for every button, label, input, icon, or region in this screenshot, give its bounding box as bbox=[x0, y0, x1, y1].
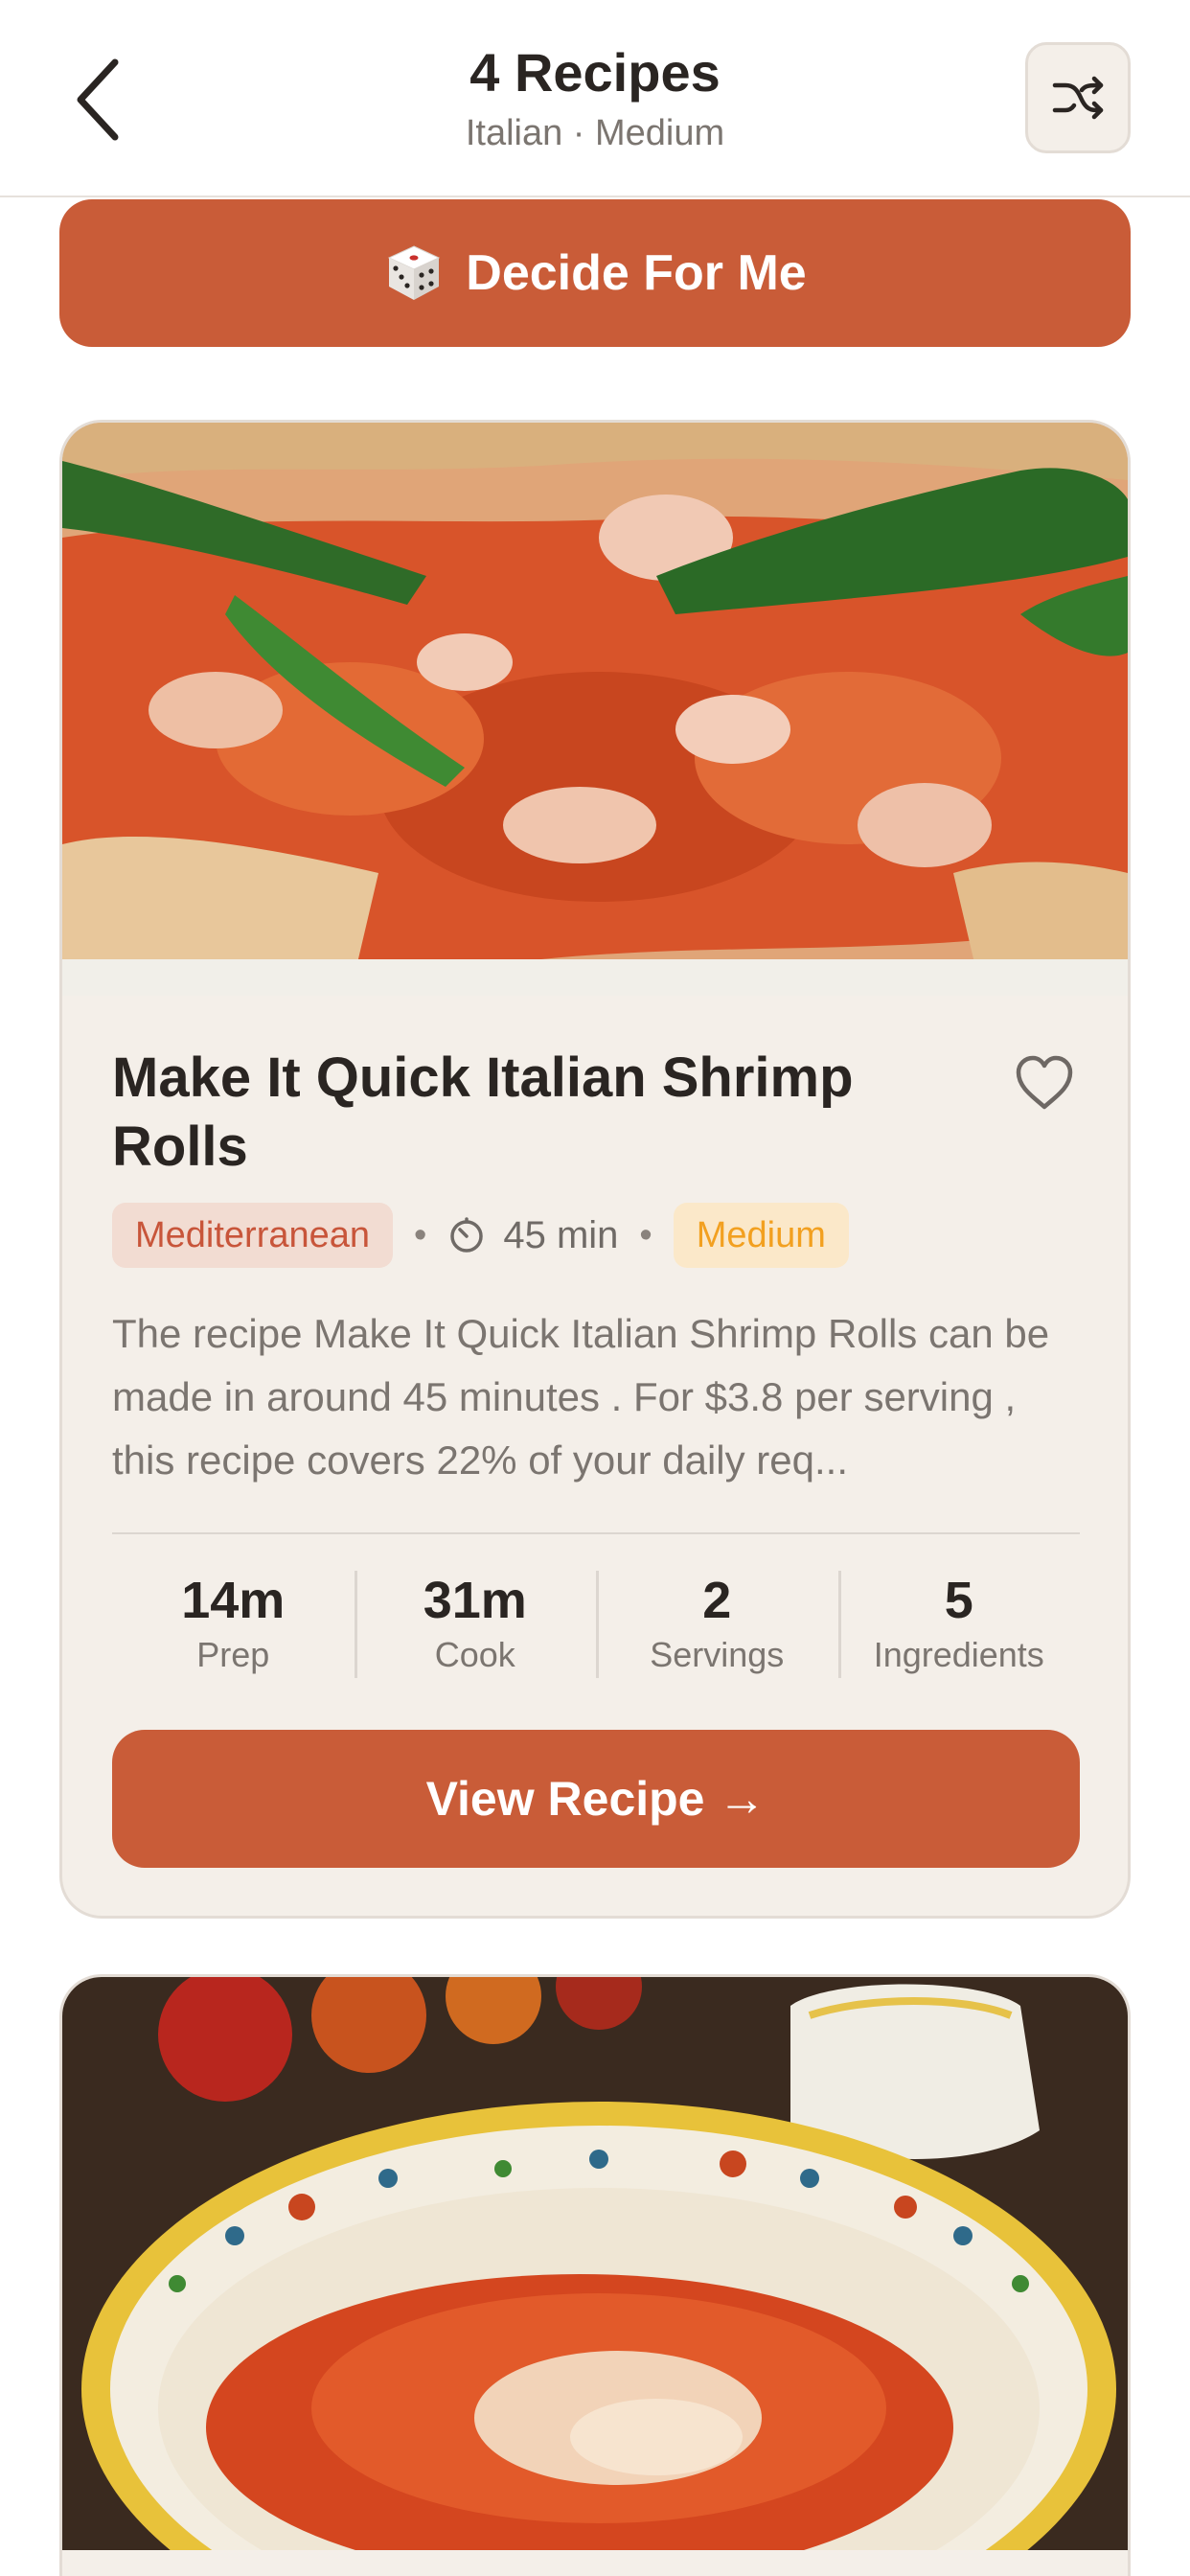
top-bar: 4 Recipes Italian · Medium bbox=[0, 0, 1190, 197]
view-recipe-button[interactable]: View Recipe → bbox=[112, 1730, 1080, 1868]
recipe-photo bbox=[62, 1977, 1128, 2550]
stat-value: 5 bbox=[944, 1572, 973, 1629]
shuffle-button[interactable] bbox=[1025, 42, 1131, 153]
stat-label: Servings bbox=[650, 1635, 785, 1674]
recipe-description: The recipe Make It Quick Italian Shrimp … bbox=[112, 1311, 1050, 1483]
cuisine-badge: Mediterranean bbox=[112, 1203, 394, 1268]
stat-label: Ingredients bbox=[873, 1635, 1044, 1674]
decide-for-me-button[interactable]: Decide For Me bbox=[59, 199, 1131, 347]
stat-value: 2 bbox=[702, 1572, 732, 1629]
stat-ingredients: 5 Ingredients bbox=[837, 1569, 1081, 1680]
heart-outline-icon bbox=[1016, 1055, 1073, 1110]
stat-servings: 2 Servings bbox=[596, 1569, 838, 1680]
recipe-card[interactable]: Make It Quick Italian Shrimp Rolls Medit… bbox=[59, 420, 1131, 1919]
stat-value: 31m bbox=[423, 1572, 527, 1629]
shuffle-icon bbox=[1052, 76, 1104, 120]
stat-cook: 31m Cook bbox=[354, 1569, 597, 1680]
stat-label: Prep bbox=[196, 1635, 270, 1674]
timer-icon bbox=[450, 1217, 484, 1253]
stat-prep: 14m Prep bbox=[112, 1569, 355, 1680]
favorite-button[interactable] bbox=[1013, 1053, 1076, 1113]
cook-time: 45 min bbox=[503, 1213, 619, 1256]
divider bbox=[112, 1532, 1080, 1534]
separator-dot: • bbox=[414, 1214, 427, 1255]
difficulty-badge: Medium bbox=[673, 1203, 849, 1268]
header-title-block: 4 Recipes Italian · Medium bbox=[308, 33, 882, 157]
separator-dot: • bbox=[639, 1214, 652, 1255]
recipe-results-screen: 4 Recipes Italian · Medium Decide For Me… bbox=[0, 0, 1190, 2576]
decide-for-me-label: Decide For Me bbox=[466, 245, 807, 301]
page-subtitle: Italian · Medium bbox=[465, 113, 725, 153]
chevron-left-icon bbox=[77, 58, 119, 141]
stat-label: Cook bbox=[434, 1635, 515, 1674]
page-title: 4 Recipes bbox=[469, 42, 721, 103]
recipe-title: Make It Quick Italian Shrimp Rolls bbox=[112, 1046, 854, 1178]
recipe-card[interactable] bbox=[59, 1974, 1131, 2576]
recipe-meta-row: Mediterranean • 45 min • Medium bbox=[112, 1203, 849, 1268]
stat-value: 14m bbox=[181, 1572, 286, 1629]
back-button[interactable] bbox=[59, 50, 136, 150]
recipe-photo bbox=[62, 423, 1128, 996]
recipe-stats: 14m Prep 31m Cook 2 Servings 5 Ingredien… bbox=[112, 1569, 1080, 1680]
dice-icon bbox=[388, 245, 441, 300]
